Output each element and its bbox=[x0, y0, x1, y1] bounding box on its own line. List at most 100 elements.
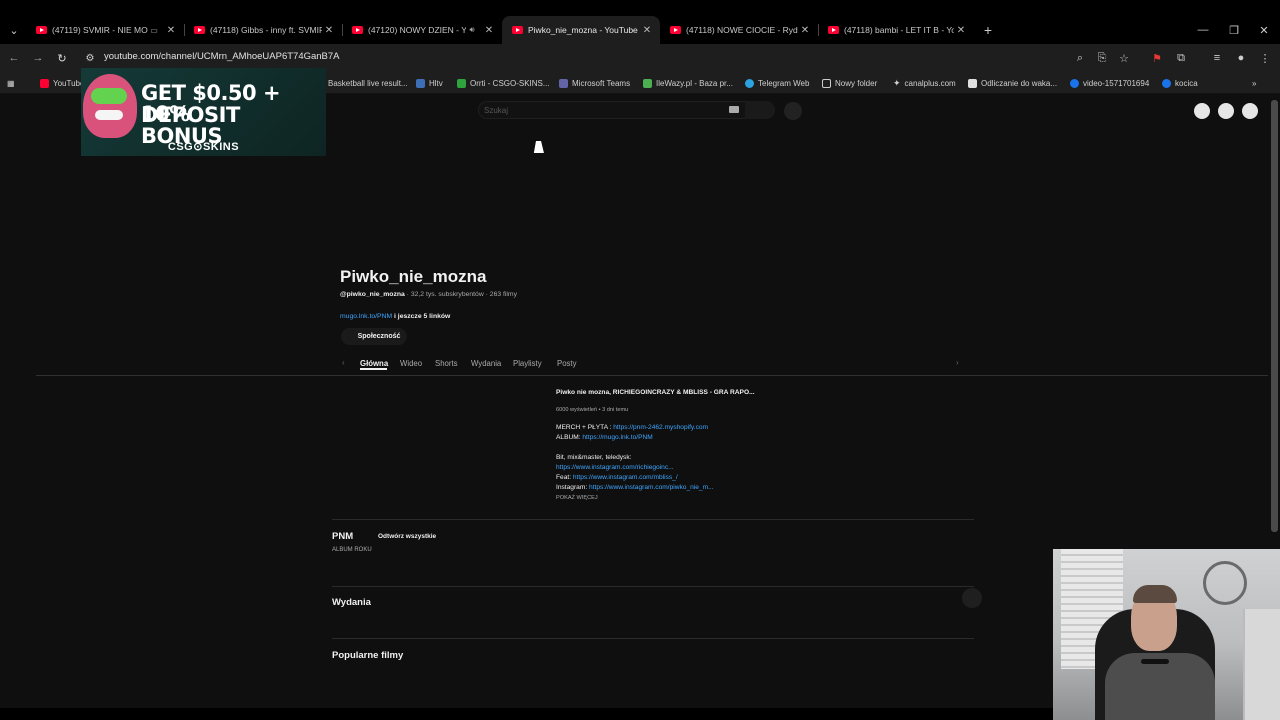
section-divider bbox=[332, 519, 974, 520]
bookmark-item[interactable]: Basketball live result... bbox=[328, 76, 408, 90]
youtube-favicon-icon bbox=[670, 26, 681, 34]
extensions-puzzle-icon[interactable]: ⧉ bbox=[1171, 48, 1191, 68]
video-icon bbox=[1070, 78, 1079, 88]
extension-icon[interactable]: ⚑ bbox=[1147, 48, 1167, 68]
album-link[interactable]: https://mugo.lnk.to/PNM bbox=[582, 434, 652, 441]
tab-shorts[interactable]: Shorts bbox=[435, 359, 458, 368]
profile-avatar-icon[interactable]: ● bbox=[1231, 48, 1251, 68]
browser-tab-active[interactable]: Piwko_nie_mozna - YouTube ✕ bbox=[502, 16, 660, 44]
playlist-title[interactable]: PNM bbox=[332, 531, 353, 542]
description-line: https://www.instagram.com/richiegoinc... bbox=[556, 464, 674, 471]
album-label: ALBUM: bbox=[556, 434, 583, 441]
back-arrow-icon[interactable]: ← bbox=[4, 48, 24, 68]
tab-videos[interactable]: Wideo bbox=[400, 359, 422, 368]
channel-stats: · 32,2 tys. subskrybentów · 263 filmy bbox=[404, 291, 517, 298]
releases-section-title[interactable]: Wydania bbox=[332, 597, 371, 608]
install-app-icon[interactable]: ⎘ bbox=[1092, 48, 1112, 68]
instagram-link[interactable]: https://www.instagram.com/piwko_nie_m... bbox=[589, 484, 714, 491]
tab-posts[interactable]: Posty bbox=[557, 359, 577, 368]
description-line: Feat: https://www.instagram.com/mbliss_/ bbox=[556, 474, 678, 481]
ad-brand-logo: CSG⊙SKINS bbox=[167, 141, 240, 153]
bookmark-label: Orrti - CSGO-SKINS... bbox=[470, 78, 550, 88]
bookmark-label: video-1571701694 bbox=[1083, 78, 1150, 88]
close-tab-icon[interactable]: ✕ bbox=[164, 25, 178, 36]
teams-icon bbox=[559, 78, 568, 88]
bookmark-item[interactable]: IleWazy.pl - Baza pr... bbox=[643, 76, 733, 90]
reload-icon[interactable]: ↻ bbox=[52, 48, 72, 68]
url-text[interactable]: youtube.com/channel/UCMrn_AMhoeUAP6T74Ga… bbox=[104, 51, 340, 62]
forward-arrow-icon[interactable]: → bbox=[28, 48, 48, 68]
featured-video-stats: 6000 wyświetleń • 3 dni temu bbox=[556, 407, 629, 413]
bookmark-item[interactable]: kocica bbox=[1162, 76, 1198, 90]
bookmark-item[interactable]: YouTube bbox=[40, 76, 84, 90]
close-window-icon[interactable]: ✕ bbox=[1254, 20, 1274, 40]
microphone-icon[interactable] bbox=[784, 102, 802, 120]
credits-link[interactable]: https://www.instagram.com/richiegoinc... bbox=[556, 464, 674, 471]
apps-grid-icon[interactable]: ▦ bbox=[7, 76, 15, 90]
tab-home[interactable]: Główna bbox=[360, 359, 388, 368]
csgoskins-ad-banner[interactable]: GET $0.50 + 10% DEPOSIT BONUS CSG⊙SKINS bbox=[81, 68, 326, 156]
minimize-window-icon[interactable]: — bbox=[1193, 20, 1213, 40]
kocica-icon bbox=[1162, 78, 1171, 88]
keyboard-icon[interactable] bbox=[729, 106, 739, 113]
bookmark-item[interactable]: Microsoft Teams bbox=[559, 76, 630, 90]
channel-name: Piwko_nie_mozna bbox=[340, 267, 487, 286]
bookmark-item[interactable]: ✦ canalplus.com bbox=[893, 76, 956, 90]
section-divider bbox=[332, 586, 974, 587]
bookmark-item[interactable]: Telegram Web bbox=[745, 76, 809, 90]
instagram-label: Instagram: bbox=[556, 484, 589, 491]
community-button[interactable]: Społeczność bbox=[341, 328, 407, 345]
tabs-scroll-right-icon[interactable]: › bbox=[956, 358, 959, 367]
tab-playlists[interactable]: Playlisty bbox=[513, 359, 542, 368]
restore-window-icon[interactable]: ❐ bbox=[1224, 20, 1244, 40]
tab-title: (47118) bambi - LET IT B - YouT bbox=[844, 25, 954, 35]
show-more-button[interactable]: POKAŻ WIĘCEJ bbox=[556, 495, 598, 501]
more-links[interactable]: i jeszcze 5 linków bbox=[392, 313, 450, 320]
tab-title: (47120) NOWY DZIEN - You bbox=[368, 25, 466, 35]
bookmark-star-icon[interactable]: ☆ bbox=[1114, 48, 1134, 68]
new-tab-plus-icon[interactable]: + bbox=[978, 20, 998, 40]
tabs-scroll-left-icon[interactable]: ‹ bbox=[342, 358, 345, 367]
close-tab-icon[interactable]: ✕ bbox=[322, 25, 336, 36]
account-avatar-icon[interactable] bbox=[1242, 103, 1258, 119]
channel-links: mugo.lnk.to/PNM i jeszcze 5 linków bbox=[340, 313, 450, 320]
browser-tab[interactable]: (47118) bambi - LET IT B - YouT ✕ bbox=[818, 16, 974, 44]
play-all-button[interactable]: Odtwórz wszystkie bbox=[378, 533, 436, 540]
close-tab-icon[interactable]: ✕ bbox=[482, 25, 496, 36]
bookmark-item[interactable]: Nowy folder bbox=[822, 76, 877, 90]
person-hair bbox=[1133, 585, 1177, 603]
speaker-icon[interactable]: 🔊︎ bbox=[466, 25, 478, 35]
channel-link[interactable]: mugo.lnk.to/PNM bbox=[340, 313, 392, 320]
credits-label: Bit, mix&master, teledysk: bbox=[556, 454, 632, 461]
browser-tab[interactable]: (47118) NOWE CIOCIE - Rydaw ✕ bbox=[660, 16, 818, 44]
featured-video-title[interactable]: Piwko nie mozna, RICHIEGOINCRAZY & MBLIS… bbox=[556, 389, 755, 396]
search-button[interactable] bbox=[745, 101, 775, 119]
bookmark-item[interactable]: video-1571701694 bbox=[1070, 76, 1149, 90]
site-info-icon[interactable]: ⚙ bbox=[80, 48, 100, 68]
tab-search-chevron-icon[interactable]: ⌄ bbox=[4, 20, 24, 40]
more-bookmarks-chevron-icon[interactable]: » bbox=[1252, 76, 1256, 90]
notifications-bell-icon[interactable] bbox=[1218, 103, 1234, 119]
csgo-skins-icon bbox=[457, 78, 466, 88]
media-control-icon[interactable]: ≡ bbox=[1207, 48, 1227, 68]
close-tab-icon[interactable]: ✕ bbox=[798, 25, 812, 36]
feat-link[interactable]: https://www.instagram.com/mbliss_/ bbox=[573, 474, 678, 481]
bookmark-item[interactable]: Odliczanie do waka... bbox=[968, 76, 1057, 90]
browser-tab[interactable]: (47118) Gibbs - inny ft. SVMIR ( ✕ bbox=[184, 16, 342, 44]
browser-tab[interactable]: (47120) NOWY DZIEN - You 🔊︎ ✕ bbox=[342, 16, 502, 44]
tab-title: Piwko_nie_mozna - YouTube bbox=[528, 25, 638, 35]
zoom-search-icon[interactable]: ⌕ bbox=[1070, 48, 1090, 68]
merch-link[interactable]: https://pnm-2462.myshopify.com bbox=[613, 424, 708, 431]
browser-tab-strip: ⌄ (47119) SVMIR - NIE MOGĘ ▭ ✕ (47118) G… bbox=[0, 0, 1280, 44]
page-scrollbar[interactable] bbox=[1271, 100, 1278, 532]
close-tab-icon[interactable]: ✕ bbox=[640, 25, 654, 36]
create-icon[interactable] bbox=[1194, 103, 1210, 119]
browser-tab[interactable]: (47119) SVMIR - NIE MOGĘ ▭ ✕ bbox=[26, 16, 184, 44]
bookmark-item[interactable]: Hltv bbox=[416, 76, 443, 90]
next-arrow-icon[interactable] bbox=[962, 588, 982, 608]
tab-releases[interactable]: Wydania bbox=[471, 359, 501, 368]
youtube-favicon-icon bbox=[352, 26, 363, 34]
bookmark-item[interactable]: Orrti - CSGO-SKINS... bbox=[457, 76, 550, 90]
close-tab-icon[interactable]: ✕ bbox=[954, 25, 968, 36]
browser-menu-icon[interactable]: ⋮ bbox=[1255, 48, 1275, 68]
